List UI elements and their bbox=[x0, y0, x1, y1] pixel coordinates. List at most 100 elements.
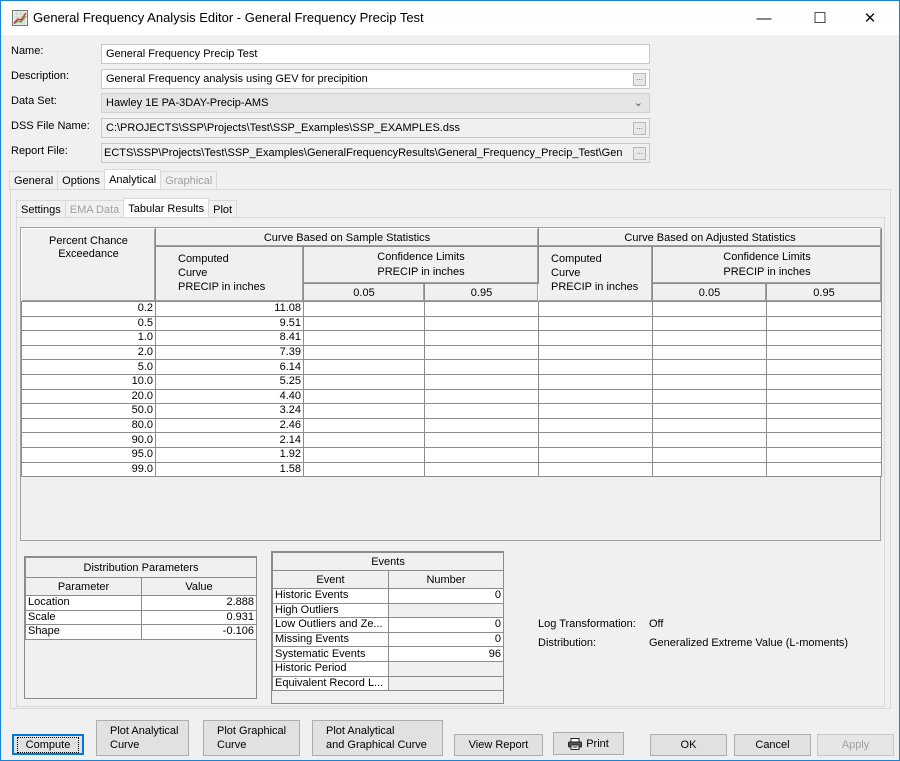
sample-limit-095-cell[interactable] bbox=[423, 432, 540, 448]
ok-button[interactable]: OK bbox=[650, 734, 727, 756]
adjusted-limit-005-cell[interactable] bbox=[652, 446, 768, 463]
adjusted-limit-005-cell[interactable] bbox=[652, 432, 768, 448]
print-button[interactable]: Print bbox=[553, 732, 624, 755]
sample-limit-005-cell[interactable] bbox=[303, 432, 425, 448]
sample-limit-095-cell[interactable] bbox=[423, 403, 540, 419]
compute-button[interactable]: Compute bbox=[12, 734, 84, 755]
computed-cell[interactable]: 7.39 bbox=[155, 344, 304, 361]
sample-limit-005-cell[interactable] bbox=[303, 359, 425, 375]
computed-cell[interactable]: 4.40 bbox=[155, 388, 304, 405]
sample-limit-005-cell[interactable] bbox=[303, 417, 425, 434]
pce-cell[interactable]: 5.0 bbox=[21, 359, 156, 375]
view-report-button[interactable]: View Report bbox=[454, 734, 543, 756]
adjusted-limit-095-cell[interactable] bbox=[766, 315, 883, 332]
computed-cell[interactable]: 2.46 bbox=[155, 417, 304, 434]
dataset-dropdown[interactable]: Hawley 1E PA-3DAY-Precip-AMS ⌄ bbox=[101, 93, 650, 113]
computed-cell[interactable]: 1.92 bbox=[155, 446, 304, 463]
tab-general[interactable]: General bbox=[9, 171, 59, 190]
tab-tabular-results[interactable]: Tabular Results bbox=[123, 198, 210, 219]
adjusted-limit-005-cell[interactable] bbox=[652, 301, 768, 317]
adjusted-limit-005-cell[interactable] bbox=[652, 315, 768, 332]
pce-cell[interactable]: 1.0 bbox=[21, 330, 156, 346]
pce-cell[interactable]: 0.2 bbox=[21, 301, 156, 317]
sample-limit-095-cell[interactable] bbox=[423, 315, 540, 332]
sample-limit-095-cell[interactable] bbox=[423, 417, 540, 434]
pce-cell[interactable]: 20.0 bbox=[21, 388, 156, 405]
adjusted-limit-095-cell[interactable] bbox=[766, 301, 883, 317]
adjusted-computed-cell[interactable] bbox=[538, 432, 654, 448]
cancel-button[interactable]: Cancel bbox=[734, 734, 811, 756]
adjusted-computed-cell[interactable] bbox=[538, 330, 654, 346]
computed-cell[interactable]: 2.14 bbox=[155, 432, 304, 448]
adjusted-computed-cell[interactable] bbox=[538, 344, 654, 361]
sample-limit-005-cell[interactable] bbox=[303, 315, 425, 332]
adjusted-limit-005-cell[interactable] bbox=[652, 373, 768, 390]
sample-limit-095-cell[interactable] bbox=[423, 344, 540, 361]
description-field[interactable]: General Frequency analysis using GEV for… bbox=[101, 69, 650, 89]
computed-cell[interactable]: 9.51 bbox=[155, 315, 304, 332]
pce-cell[interactable]: 2.0 bbox=[21, 344, 156, 361]
pce-cell[interactable]: 80.0 bbox=[21, 417, 156, 434]
sample-limit-095-cell[interactable] bbox=[423, 330, 540, 346]
adjusted-limit-005-cell[interactable] bbox=[652, 417, 768, 434]
computed-cell[interactable]: 6.14 bbox=[155, 359, 304, 375]
plot-graphical-curve-button[interactable]: Plot Graphical Curve bbox=[203, 720, 300, 756]
adjusted-limit-095-cell[interactable] bbox=[766, 330, 883, 346]
adjusted-limit-095-cell[interactable] bbox=[766, 461, 883, 478]
adjusted-limit-095-cell[interactable] bbox=[766, 432, 883, 448]
tab-analytical[interactable]: Analytical bbox=[104, 169, 162, 190]
sample-limit-095-cell[interactable] bbox=[423, 446, 540, 463]
adjusted-limit-005-cell[interactable] bbox=[652, 344, 768, 361]
adjusted-computed-cell[interactable] bbox=[538, 403, 654, 419]
computed-cell[interactable]: 1.58 bbox=[155, 461, 304, 478]
pce-cell[interactable]: 50.0 bbox=[21, 403, 156, 419]
sample-limit-095-cell[interactable] bbox=[423, 373, 540, 390]
tab-options[interactable]: Options bbox=[57, 171, 106, 190]
dss-browse-button[interactable]: ... bbox=[633, 122, 646, 135]
pce-cell[interactable]: 0.5 bbox=[21, 315, 156, 332]
adjusted-limit-095-cell[interactable] bbox=[766, 359, 883, 375]
computed-cell[interactable]: 8.41 bbox=[155, 330, 304, 346]
report-browse-button[interactable]: ... bbox=[633, 147, 646, 160]
pce-cell[interactable]: 10.0 bbox=[21, 373, 156, 390]
adjusted-computed-cell[interactable] bbox=[538, 388, 654, 405]
pce-cell[interactable]: 90.0 bbox=[21, 432, 156, 448]
adjusted-computed-cell[interactable] bbox=[538, 446, 654, 463]
adjusted-limit-095-cell[interactable] bbox=[766, 417, 883, 434]
adjusted-limit-005-cell[interactable] bbox=[652, 461, 768, 478]
description-browse-button[interactable]: ... bbox=[633, 73, 646, 86]
maximize-button[interactable]: ☐ bbox=[797, 1, 843, 35]
sample-limit-005-cell[interactable] bbox=[303, 403, 425, 419]
adjusted-computed-cell[interactable] bbox=[538, 315, 654, 332]
computed-cell[interactable]: 11.08 bbox=[155, 301, 304, 317]
adjusted-computed-cell[interactable] bbox=[538, 417, 654, 434]
computed-cell[interactable]: 5.25 bbox=[155, 373, 304, 390]
adjusted-limit-095-cell[interactable] bbox=[766, 388, 883, 405]
sample-limit-005-cell[interactable] bbox=[303, 461, 425, 478]
sample-limit-005-cell[interactable] bbox=[303, 330, 425, 346]
adjusted-limit-005-cell[interactable] bbox=[652, 330, 768, 346]
adjusted-limit-005-cell[interactable] bbox=[652, 359, 768, 375]
sample-limit-005-cell[interactable] bbox=[303, 446, 425, 463]
pce-cell[interactable]: 99.0 bbox=[21, 461, 156, 478]
adjusted-limit-005-cell[interactable] bbox=[652, 403, 768, 419]
adjusted-limit-095-cell[interactable] bbox=[766, 403, 883, 419]
sample-limit-005-cell[interactable] bbox=[303, 373, 425, 390]
adjusted-computed-cell[interactable] bbox=[538, 373, 654, 390]
sample-limit-005-cell[interactable] bbox=[303, 301, 425, 317]
sample-limit-095-cell[interactable] bbox=[423, 388, 540, 405]
adjusted-computed-cell[interactable] bbox=[538, 301, 654, 317]
adjusted-limit-095-cell[interactable] bbox=[766, 344, 883, 361]
plot-analytical-graphical-button[interactable]: Plot Analytical and Graphical Curve bbox=[312, 720, 443, 756]
pce-cell[interactable]: 95.0 bbox=[21, 446, 156, 463]
sample-limit-095-cell[interactable] bbox=[423, 461, 540, 478]
report-file-field[interactable]: ECTS\SSP\Projects\Test\SSP_Examples\Gene… bbox=[101, 143, 650, 163]
sample-limit-005-cell[interactable] bbox=[303, 388, 425, 405]
adjusted-limit-095-cell[interactable] bbox=[766, 446, 883, 463]
close-button[interactable]: ✕ bbox=[847, 1, 893, 35]
computed-cell[interactable]: 3.24 bbox=[155, 403, 304, 419]
name-field[interactable]: General Frequency Precip Test bbox=[101, 44, 650, 64]
adjusted-limit-095-cell[interactable] bbox=[766, 373, 883, 390]
minimize-button[interactable]: — bbox=[741, 1, 787, 35]
sample-limit-005-cell[interactable] bbox=[303, 344, 425, 361]
